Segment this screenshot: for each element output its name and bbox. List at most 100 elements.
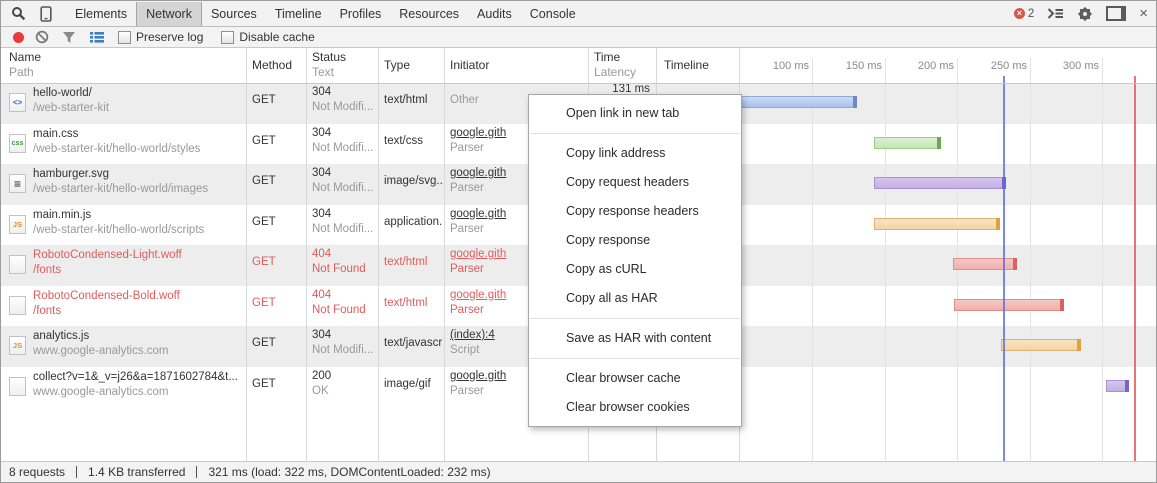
- inspect-element-icon[interactable]: [11, 6, 26, 21]
- filter-icon[interactable]: [62, 31, 76, 44]
- request-name[interactable]: RobotoCondensed-Light.woff: [33, 249, 243, 262]
- request-status-text: Not Modifi...: [312, 101, 376, 114]
- timeline-bar[interactable]: [874, 177, 1006, 189]
- large-rows-icon[interactable]: [90, 31, 104, 43]
- record-button[interactable]: [13, 32, 24, 43]
- request-name[interactable]: analytics.js: [33, 330, 243, 343]
- dock-side-icon[interactable]: [1106, 6, 1126, 21]
- col-header-method[interactable]: Method: [252, 59, 292, 72]
- request-path: www.google-analytics.com: [33, 386, 243, 399]
- dom-content-loaded-line: [1003, 76, 1005, 463]
- settings-gear-icon[interactable]: [1077, 6, 1093, 22]
- tabbar-right-icons: × 2 ×: [1014, 6, 1156, 22]
- col-header-time[interactable]: Time: [594, 51, 620, 64]
- request-name[interactable]: main.min.js: [33, 209, 243, 222]
- request-status-text: Not Modifi...: [312, 344, 376, 357]
- menu-separator: [530, 318, 740, 319]
- timeline-bar[interactable]: [1001, 339, 1081, 351]
- col-header-timeline[interactable]: Timeline: [664, 59, 709, 72]
- context-menu-item[interactable]: Copy link address: [529, 139, 741, 168]
- request-path: /web-starter-kit/hello-world/scripts: [33, 224, 243, 237]
- timing-summary: 321 ms (load: 322 ms, DOMContentLoaded: …: [208, 465, 490, 479]
- file-icon-html: <>: [9, 93, 26, 112]
- context-menu-item[interactable]: Clear browser cookies: [529, 393, 741, 422]
- status-bar: 8 requests 1.4 KB transferred 321 ms (lo…: [1, 461, 1156, 482]
- file-icon-js: JS: [9, 215, 26, 234]
- request-status: 304: [312, 329, 376, 342]
- context-menu-item[interactable]: Open link in new tab: [529, 99, 741, 128]
- request-status-text: Not Found: [312, 304, 376, 317]
- request-status-text: Not Found: [312, 263, 376, 276]
- request-type: application...: [384, 216, 442, 229]
- request-name[interactable]: hamburger.svg: [33, 168, 243, 181]
- context-menu-item[interactable]: Save as HAR with content: [529, 324, 741, 353]
- timeline-bar[interactable]: [953, 258, 1017, 270]
- request-method: GET: [252, 216, 304, 229]
- timeline-scale-label: 300 ms: [1039, 60, 1099, 72]
- context-menu-item[interactable]: Copy request headers: [529, 168, 741, 197]
- panel-tabs: ElementsNetworkSourcesTimelineProfilesRe…: [66, 2, 585, 26]
- col-header-name[interactable]: Name: [9, 51, 41, 64]
- request-name[interactable]: hello-world/: [33, 87, 243, 100]
- context-menu-item[interactable]: Copy response headers: [529, 197, 741, 226]
- timeline-bar[interactable]: [954, 299, 1064, 311]
- context-menu-item[interactable]: Copy as cURL: [529, 255, 741, 284]
- disable-cache-checkbox[interactable]: [221, 31, 234, 44]
- request-status-text: Not Modifi...: [312, 223, 376, 236]
- request-method: GET: [252, 297, 304, 310]
- tab-profiles[interactable]: Profiles: [331, 2, 391, 26]
- request-type: image/gif: [384, 378, 442, 391]
- timeline-scale-label: 250 ms: [967, 60, 1027, 72]
- tab-audits[interactable]: Audits: [468, 2, 521, 26]
- request-name[interactable]: RobotoCondensed-Bold.woff: [33, 290, 243, 303]
- request-status: 304: [312, 86, 376, 99]
- file-icon-doc: [9, 255, 26, 274]
- status-separator: [76, 466, 77, 478]
- timeline-bar[interactable]: [1106, 380, 1129, 392]
- request-status: 304: [312, 167, 376, 180]
- device-mode-icon[interactable]: [40, 6, 52, 22]
- clear-button[interactable]: [35, 30, 49, 44]
- tab-timeline[interactable]: Timeline: [266, 2, 331, 26]
- tab-network[interactable]: Network: [136, 2, 202, 26]
- request-type: text/html: [384, 297, 442, 310]
- request-name[interactable]: main.css: [33, 128, 243, 141]
- request-method: GET: [252, 337, 304, 350]
- file-icon-js: JS: [9, 336, 26, 355]
- transferred-size: 1.4 KB transferred: [88, 465, 185, 479]
- request-status: 404: [312, 248, 376, 261]
- request-status: 304: [312, 127, 376, 140]
- request-type: text/html: [384, 94, 442, 107]
- request-method: GET: [252, 94, 304, 107]
- request-method: GET: [252, 256, 304, 269]
- request-path: /web-starter-kit: [33, 102, 243, 115]
- col-header-status-text: Text: [312, 66, 334, 79]
- show-drawer-icon[interactable]: [1047, 7, 1064, 20]
- context-menu-item[interactable]: Copy response: [529, 226, 741, 255]
- tab-elements[interactable]: Elements: [66, 2, 136, 26]
- request-name[interactable]: collect?v=1&_v=j26&a=1871602784&t...: [33, 371, 243, 384]
- request-status-text: Not Modifi...: [312, 142, 376, 155]
- col-header-status[interactable]: Status: [312, 51, 346, 64]
- tab-resources[interactable]: Resources: [390, 2, 468, 26]
- request-path: /web-starter-kit/hello-world/styles: [33, 143, 243, 156]
- col-header-type[interactable]: Type: [384, 59, 410, 72]
- error-icon: ×: [1014, 8, 1025, 19]
- tab-console[interactable]: Console: [521, 2, 585, 26]
- tab-sources[interactable]: Sources: [202, 2, 266, 26]
- context-menu-item[interactable]: Clear browser cache: [529, 364, 741, 393]
- col-header-initiator[interactable]: Initiator: [450, 59, 489, 72]
- file-icon-image: ≡: [9, 174, 26, 193]
- timeline-bar[interactable]: [874, 218, 1000, 230]
- error-count-badge[interactable]: × 2: [1014, 8, 1034, 20]
- preserve-log-checkbox[interactable]: [118, 31, 131, 44]
- devtools-tabbar: ElementsNetworkSourcesTimelineProfilesRe…: [1, 1, 1156, 27]
- request-method: GET: [252, 378, 304, 391]
- file-icon-doc: [9, 377, 26, 396]
- context-menu-item[interactable]: Copy all as HAR: [529, 284, 741, 313]
- close-icon[interactable]: ×: [1139, 7, 1148, 21]
- menu-separator: [530, 133, 740, 134]
- col-header-path: Path: [9, 66, 34, 79]
- timeline-bar[interactable]: [874, 137, 941, 149]
- load-event-line: [1134, 76, 1136, 463]
